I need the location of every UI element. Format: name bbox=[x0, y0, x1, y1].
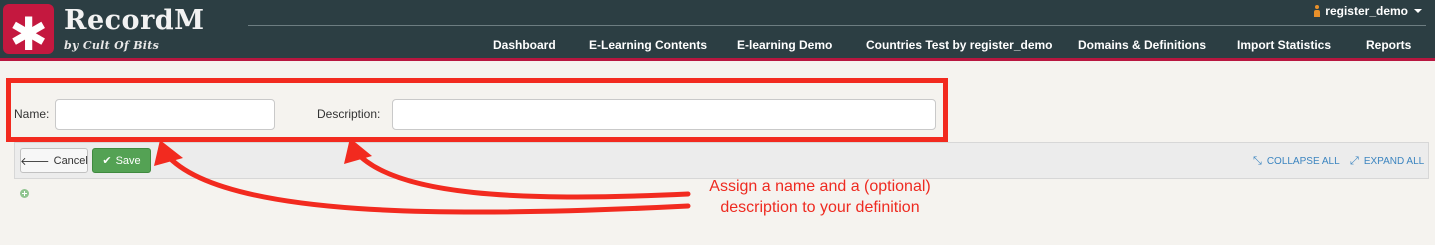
top-header bbox=[0, 0, 1435, 58]
cancel-button[interactable]: 🡐 Cancel bbox=[20, 148, 88, 173]
add-field-icon[interactable] bbox=[20, 189, 29, 198]
logo-icon[interactable]: ✱ bbox=[3, 4, 54, 61]
person-icon bbox=[1313, 5, 1321, 17]
header-accent-bar bbox=[0, 58, 1435, 61]
save-button-label: Save bbox=[115, 154, 141, 167]
annotation-text: Assign a name and a (optional) descripti… bbox=[640, 176, 1000, 218]
nav-item-import-statistics[interactable]: Import Statistics bbox=[1237, 38, 1331, 52]
annotation-highlight-box bbox=[6, 78, 948, 142]
annotation-line-1: Assign a name and a (optional) bbox=[709, 178, 931, 195]
brand-subtitle: by Cult Of Bits bbox=[64, 39, 160, 52]
check-icon: ✔ bbox=[102, 155, 112, 167]
expand-all-label: EXPAND ALL bbox=[1363, 156, 1425, 167]
nav-item-dashboard[interactable]: Dashboard bbox=[493, 38, 556, 52]
user-name: register_demo bbox=[1325, 4, 1408, 18]
arrow-left-icon: 🡐 bbox=[20, 155, 50, 168]
expand-all-link[interactable]: ⤢ EXPAND ALL bbox=[1350, 155, 1424, 168]
nav-item-e-learning-contents[interactable]: E-Learning Contents bbox=[589, 38, 707, 52]
collapse-all-label: COLLAPSE ALL bbox=[1266, 156, 1340, 167]
header-divider bbox=[248, 25, 1426, 26]
compress-icon: ⤡ bbox=[1253, 155, 1262, 167]
nav-item-countries-test[interactable]: Countries Test by register_demo bbox=[866, 38, 1053, 52]
save-button[interactable]: ✔ Save bbox=[92, 148, 151, 173]
annotation-line-2: description to your definition bbox=[720, 199, 920, 216]
form-toolbar bbox=[14, 142, 1429, 179]
logo-asterisk: ✱ bbox=[9, 7, 48, 61]
cancel-button-label: Cancel bbox=[53, 154, 88, 167]
chevron-down-icon bbox=[1414, 9, 1422, 13]
expand-icon: ⤢ bbox=[1350, 155, 1359, 167]
user-menu[interactable]: register_demo bbox=[1313, 4, 1422, 18]
collapse-all-link[interactable]: ⤡ COLLAPSE ALL bbox=[1253, 155, 1340, 168]
brand-title[interactable]: RecordM bbox=[64, 5, 205, 36]
nav-item-e-learning-demo[interactable]: E-learning Demo bbox=[737, 38, 832, 52]
nav-item-reports[interactable]: Reports bbox=[1366, 38, 1411, 52]
nav-item-domains-definitions[interactable]: Domains & Definitions bbox=[1078, 38, 1206, 52]
